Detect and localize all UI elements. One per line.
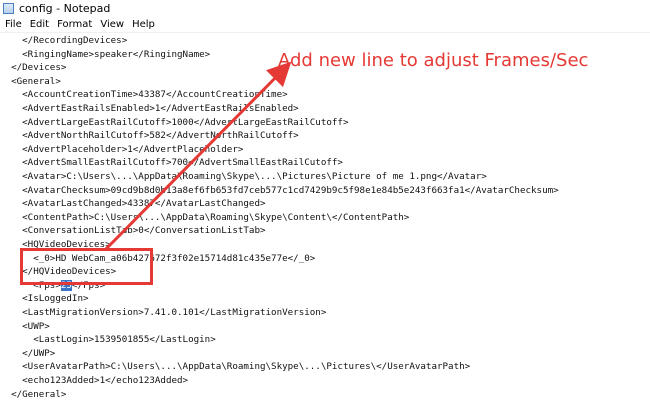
window-title: config - Notepad	[19, 2, 111, 15]
highlight-box	[20, 248, 153, 285]
title-bar: config - Notepad	[0, 0, 650, 17]
text-line: <AdvertSmallEastRailCutoff>700</AdvertSm…	[0, 157, 343, 169]
text-line: </Devices>	[0, 62, 67, 74]
menu-bar: File Edit Format View Help	[0, 17, 650, 33]
notepad-icon	[3, 3, 14, 14]
text-line: <ConversationListTab>0</ConversationList…	[0, 225, 266, 237]
menu-help[interactable]: Help	[132, 19, 155, 30]
text-line: <RingingName>speaker</RingingName>	[0, 48, 211, 60]
text-line: </General>	[0, 388, 67, 400]
menu-file[interactable]: File	[5, 19, 22, 30]
text-editor[interactable]: </RecordingDevices> <RingingName>speaker…	[0, 32, 650, 400]
text-line: <AdvertLargeEastRailCutoff>1000</AdvertL…	[0, 116, 349, 128]
text-line: <UWP>	[0, 320, 50, 332]
menu-view[interactable]: View	[100, 19, 124, 30]
text-line: <LastLogin>1539501855</LastLogin>	[0, 334, 216, 346]
text-line: <AvatarChecksum>09cd9b8d0b13a8ef6fb653fd…	[0, 184, 559, 196]
text-line: </RecordingDevices>	[0, 35, 128, 46]
annotation-text: Add new line to adjust Frames/Sec	[278, 50, 589, 71]
text-line: <UserAvatarPath>C:\Users\...\AppData\Roa…	[0, 361, 471, 373]
text-line: <AvatarLastChanged>43387</AvatarLastChan…	[0, 198, 266, 210]
text-line: <LastMigrationVersion>7.41.0.101</LastMi…	[0, 307, 327, 318]
menu-format[interactable]: Format	[57, 19, 92, 30]
text-line: <IsLoggedIn>	[0, 293, 89, 305]
text-line: <echo123Added>1</echo123Added>	[0, 375, 189, 386]
text-line: <AccountCreationTime>43387</AccountCreat…	[0, 89, 288, 101]
text-line: <AdvertPlaceholder>1</AdvertPlaceholder>	[0, 143, 244, 155]
text-line: <Avatar>C:\Users\...\AppData\Roaming\Sky…	[0, 171, 487, 182]
text-line: <AdvertNorthRailCutoff>582</AdvertNorthR…	[0, 130, 299, 142]
menu-edit[interactable]: Edit	[30, 19, 49, 30]
text-line: <General>	[0, 75, 61, 87]
text-line: </UWP>	[0, 347, 56, 359]
text-line: <ContentPath>C:\Users\...\AppData\Roamin…	[0, 211, 410, 223]
text-line: <AdvertEastRailsEnabled>1</AdvertEastRai…	[0, 103, 299, 114]
